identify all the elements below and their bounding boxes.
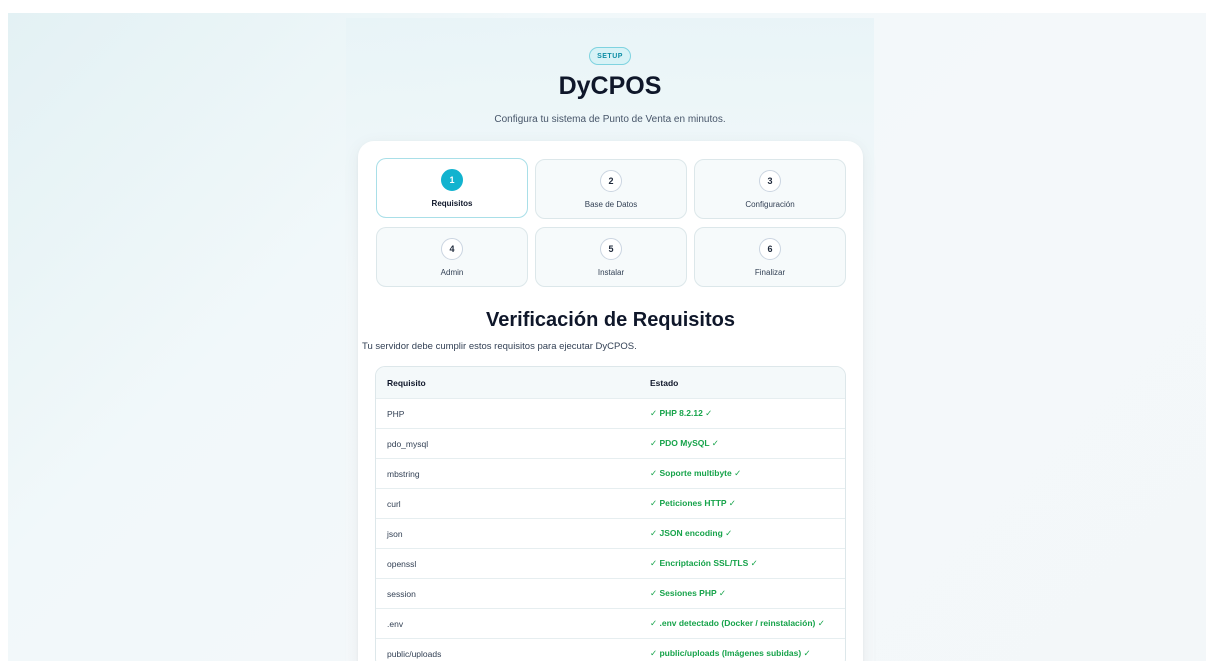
step-finalizar[interactable]: 6 Finalizar xyxy=(694,227,846,287)
page-title: DyCPOS xyxy=(558,72,662,100)
step-number: 6 xyxy=(759,238,781,260)
step-label: Instalar xyxy=(597,268,625,277)
requirement-name: curl xyxy=(387,498,401,509)
requirement-name: .env xyxy=(387,618,404,629)
requirement-status: ✓ Encriptación SSL/TLS ✓ xyxy=(650,558,758,568)
step-label: Base de Datos xyxy=(584,200,638,209)
requirement-name: mbstring xyxy=(387,468,420,479)
requirement-name: pdo_mysql xyxy=(387,438,429,449)
table-row: .env ✓ .env detectado (Docker / reinstal… xyxy=(376,608,845,638)
requirement-name: PHP xyxy=(387,408,405,419)
table-header-row: Requisito Estado xyxy=(376,367,845,398)
step-number: 3 xyxy=(759,170,781,192)
step-instalar[interactable]: 5 Instalar xyxy=(535,227,687,287)
step-label: Finalizar xyxy=(754,268,786,277)
section-title: Verificación de Requisitos xyxy=(486,309,735,331)
step-number: 1 xyxy=(441,169,463,191)
requirement-status: ✓ public/uploads (Imágenes subidas) ✓ xyxy=(650,648,811,658)
step-label: Requisitos xyxy=(431,199,473,208)
requirement-name: session xyxy=(387,588,416,599)
table-row: curl ✓ Peticiones HTTP ✓ xyxy=(376,488,845,518)
table-row: public/uploads ✓ public/uploads (Imágene… xyxy=(376,638,845,661)
requirement-status: ✓ .env detectado (Docker / reinstalación… xyxy=(650,618,825,628)
requirement-status: ✓ Soporte multibyte ✓ xyxy=(650,468,742,478)
step-number: 5 xyxy=(600,238,622,260)
requirement-status: ✓ Sesiones PHP ✓ xyxy=(650,588,726,598)
step-configuracion[interactable]: 3 Configuración xyxy=(694,159,846,219)
requirement-name: json xyxy=(387,528,403,539)
column-header-requisito: Requisito xyxy=(387,377,426,388)
section-description: Tu servidor debe cumplir estos requisito… xyxy=(362,341,637,352)
page-subtitle: Configura tu sistema de Punto de Venta e… xyxy=(494,114,726,125)
table-row: session ✓ Sesiones PHP ✓ xyxy=(376,578,845,608)
column-header-estado: Estado xyxy=(650,377,679,388)
requirement-status: ✓ PHP 8.2.12 ✓ xyxy=(650,408,713,418)
setup-card: 1 Requisitos 2 Base de Datos 3 Configura… xyxy=(358,141,863,661)
table-row: mbstring ✓ Soporte multibyte ✓ xyxy=(376,458,845,488)
step-number: 4 xyxy=(441,238,463,260)
wizard-steps: 1 Requisitos 2 Base de Datos 3 Configura… xyxy=(376,158,846,288)
setup-badge: SETUP xyxy=(589,47,631,65)
requirements-table: Requisito Estado PHP ✓ PHP 8.2.12 ✓ pdo_… xyxy=(375,366,846,661)
requirement-status: ✓ Peticiones HTTP ✓ xyxy=(650,498,736,508)
table-row: pdo_mysql ✓ PDO MySQL ✓ xyxy=(376,428,845,458)
requirement-status: ✓ JSON encoding ✓ xyxy=(650,528,733,538)
table-row: PHP ✓ PHP 8.2.12 ✓ xyxy=(376,398,845,428)
requirement-name: public/uploads xyxy=(387,648,442,659)
requirement-status: ✓ PDO MySQL ✓ xyxy=(650,438,719,448)
step-label: Admin xyxy=(440,268,464,277)
table-row: json ✓ JSON encoding ✓ xyxy=(376,518,845,548)
step-requisitos[interactable]: 1 Requisitos xyxy=(376,158,528,218)
step-label: Configuración xyxy=(745,200,795,209)
step-base-de-datos[interactable]: 2 Base de Datos xyxy=(535,159,687,219)
requirement-name: openssl xyxy=(387,558,417,569)
step-admin[interactable]: 4 Admin xyxy=(376,227,528,287)
step-number: 2 xyxy=(600,170,622,192)
table-row: openssl ✓ Encriptación SSL/TLS ✓ xyxy=(376,548,845,578)
